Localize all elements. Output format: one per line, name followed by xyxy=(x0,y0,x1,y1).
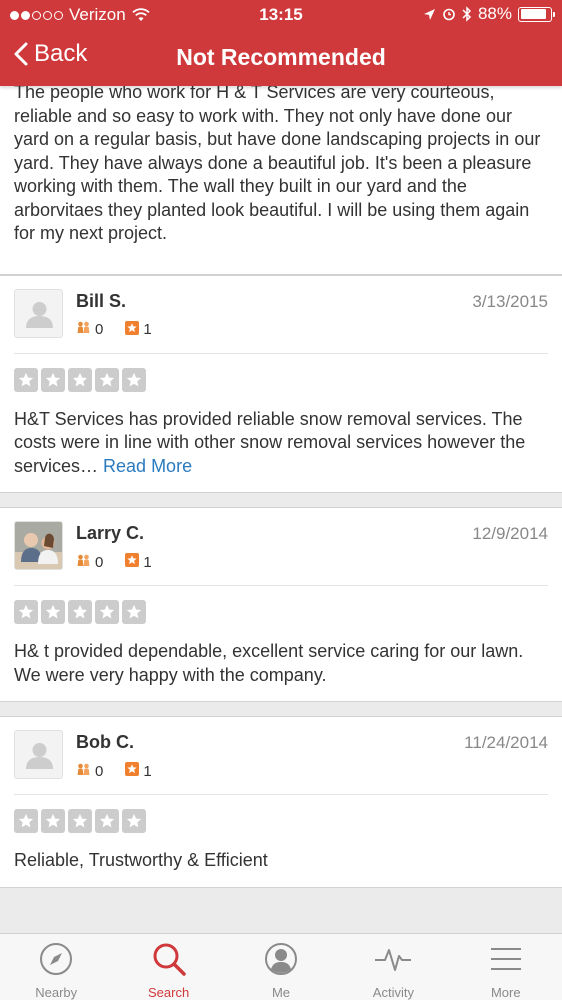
review-star-icon xyxy=(125,320,140,339)
bluetooth-icon xyxy=(462,6,472,22)
star-icon xyxy=(95,367,119,392)
friends-count: 0 xyxy=(76,321,103,338)
review-text: Reliable, Trustworthy & Efficient xyxy=(14,849,548,873)
nav-bar: Back Not Recommended xyxy=(0,36,562,80)
friends-icon xyxy=(76,321,91,338)
review-body: H& t provided dependable, excellent serv… xyxy=(14,641,524,685)
review-text: The people who work for H & T Services a… xyxy=(14,82,541,243)
star-icon xyxy=(41,600,65,624)
review-text: H&T Services has provided reliable snow … xyxy=(14,408,548,479)
star-icon xyxy=(14,367,38,392)
star-icon xyxy=(14,809,38,833)
review-user-row[interactable]: Bill S. 0 1 3/13/2015 xyxy=(14,288,548,354)
user-info: Bob C. 0 1 xyxy=(76,730,152,780)
review-body: Reliable, Trustworthy & Efficient xyxy=(14,850,268,870)
tab-nearby[interactable]: Nearby xyxy=(0,934,112,1000)
review-date: 11/24/2014 xyxy=(464,733,548,752)
review-date: 12/9/2014 xyxy=(472,524,548,543)
tab-label: Search xyxy=(147,985,190,1000)
tab-label: More xyxy=(490,985,521,1000)
star-rating xyxy=(14,809,548,833)
star-icon xyxy=(122,367,146,392)
user-stats: 01 xyxy=(76,762,152,780)
review-user-row[interactable]: Bob C. 0 1 11/24/2014 xyxy=(14,730,548,795)
review-list[interactable]: The people who work for H & T Services a… xyxy=(0,60,562,888)
user-info: Bill S. 0 1 xyxy=(76,289,152,339)
location-arrow-icon xyxy=(423,8,435,20)
friends-icon xyxy=(76,763,91,780)
tab-more[interactable]: More xyxy=(450,934,562,1000)
alarm-icon xyxy=(443,8,455,21)
star-icon xyxy=(41,809,65,833)
user-name[interactable]: Bill S. xyxy=(76,291,152,312)
profile-icon xyxy=(264,941,298,977)
star-icon xyxy=(95,809,119,833)
avatar[interactable] xyxy=(14,730,63,779)
star-rating xyxy=(14,367,548,392)
friends-count: 0 xyxy=(76,554,103,571)
avatar[interactable] xyxy=(14,288,63,338)
friends-icon xyxy=(76,554,91,571)
search-icon xyxy=(151,941,187,977)
star-icon xyxy=(122,600,146,624)
menu-icon xyxy=(489,941,523,977)
review-card: Bob C. 0 1 11/24/2014 Reliable, Trustworthy … xyxy=(0,716,562,888)
review-card: Bill S. 0 1 3/13/2015 H&T Services has provi… xyxy=(0,274,562,493)
tab-activity[interactable]: Activity xyxy=(337,934,449,1000)
reviews-value: 1 xyxy=(143,553,152,571)
page-title: Not Recommended xyxy=(176,44,386,70)
reviews-count: 1 xyxy=(125,320,152,339)
star-icon xyxy=(95,600,119,624)
review-card: Larry C. 0 1 12/9/2014 H& t provided dependa… xyxy=(0,507,562,702)
battery-percent: 88% xyxy=(477,4,512,23)
reviews-value: 1 xyxy=(143,762,152,780)
star-rating xyxy=(14,600,548,624)
star-icon xyxy=(41,367,65,392)
user-name[interactable]: Larry C. xyxy=(76,523,152,544)
review-body: H&T Services has provided reliable snow … xyxy=(14,408,526,476)
tab-search[interactable]: Search xyxy=(112,934,224,1000)
reviews-count: 1 xyxy=(125,762,152,780)
review-star-icon xyxy=(125,762,140,780)
activity-icon xyxy=(373,941,413,977)
tab-label: Nearby xyxy=(35,985,78,1000)
star-icon xyxy=(68,367,92,392)
friends-value: 0 xyxy=(95,762,104,780)
reviews-value: 1 xyxy=(143,321,152,338)
review-card: The people who work for H & T Services a… xyxy=(0,60,562,275)
avatar[interactable] xyxy=(14,521,63,570)
tab-bar: Nearby Search Me Activity More xyxy=(0,933,562,1000)
tab-me[interactable]: Me xyxy=(225,934,337,1000)
review-user-row[interactable]: Larry C. 0 1 12/9/2014 xyxy=(14,521,548,586)
friends-value: 0 xyxy=(95,321,104,338)
star-icon xyxy=(122,809,146,833)
friends-value: 0 xyxy=(95,553,104,571)
tab-label: Activity xyxy=(372,985,414,1000)
battery-icon xyxy=(518,6,555,22)
review-text: H& t provided dependable, excellent serv… xyxy=(14,640,548,687)
star-icon xyxy=(68,809,92,833)
compass-icon xyxy=(39,941,73,977)
user-name[interactable]: Bob C. xyxy=(76,732,152,753)
app-header: Verizon 13:15 88% Back Not Recommended xyxy=(0,0,562,86)
review-date: 3/13/2015 xyxy=(472,291,548,311)
reviews-count: 1 xyxy=(125,553,152,571)
user-info: Larry C. 0 1 xyxy=(76,521,152,571)
star-icon xyxy=(14,600,38,624)
read-more-link[interactable]: Read More xyxy=(103,456,192,476)
star-icon xyxy=(68,600,92,624)
tab-label: Me xyxy=(271,985,290,1000)
user-stats: 01 xyxy=(76,320,152,339)
friends-count: 0 xyxy=(76,763,103,780)
user-stats: 01 xyxy=(76,553,152,571)
status-bar: Verizon 13:15 88% xyxy=(0,0,562,30)
review-star-icon xyxy=(125,553,140,571)
